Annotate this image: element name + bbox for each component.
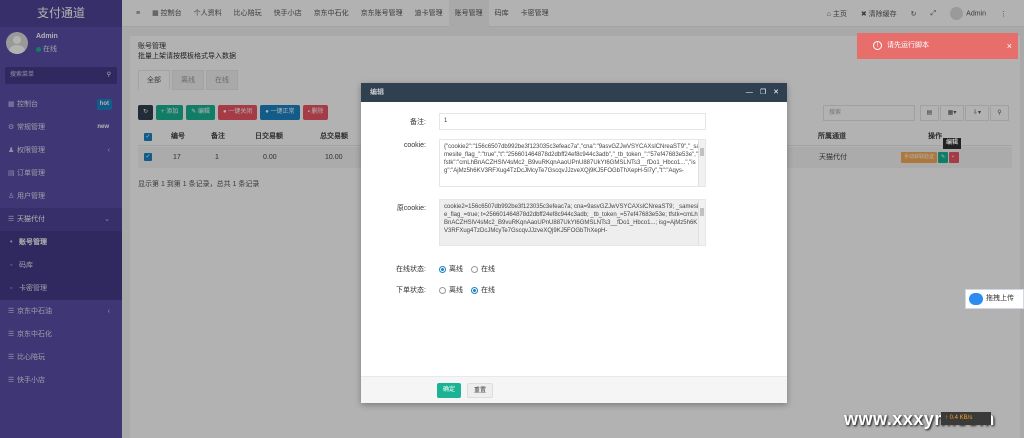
reset-button[interactable]: 重置 <box>467 383 494 398</box>
order-status-label: 下单状态: <box>396 287 426 294</box>
note-label: 备注: <box>410 119 426 126</box>
orig-cookie-label: 原cookie: <box>396 205 426 212</box>
close-icon[interactable]: ✕ <box>773 89 779 96</box>
toast-text: 请先运行脚本 <box>887 42 929 49</box>
cookie-label: cookie: <box>403 142 426 149</box>
radio-label: 在线 <box>481 266 495 273</box>
online-status-label: 在线状态: <box>396 266 426 273</box>
drag-upload-widget[interactable]: 拖拽上传 <box>965 289 1024 309</box>
cookie-text: {"cookie2":"156c6507db992be3f123035c3efe… <box>444 144 700 174</box>
orig-cookie-textarea[interactable]: cookie2=156c6507db992be3f123035c3efeac7a… <box>439 199 706 246</box>
orig-cookie-scrollbar[interactable] <box>698 200 705 245</box>
radio-label: 在线 <box>481 287 495 294</box>
confirm-button[interactable]: 确定 <box>437 383 462 398</box>
maximize-icon[interactable]: ❐ <box>760 89 766 96</box>
radio-label: 离线 <box>449 266 463 273</box>
radio-checked-icon <box>471 286 478 294</box>
orig-cookie-text: cookie2=156c6507db992be3f123035c3efeac7a… <box>444 204 700 234</box>
radio-icon <box>471 265 478 273</box>
online-status-online-radio[interactable]: 在线 <box>471 264 495 274</box>
modal-title: 编辑 <box>370 89 384 96</box>
order-status-offline-radio[interactable]: 离线 <box>439 285 463 295</box>
scroll-thumb[interactable] <box>700 148 704 156</box>
warning-icon: ! <box>873 41 882 50</box>
cloud-icon <box>969 293 983 305</box>
edit-tooltip: 编辑 <box>943 138 962 149</box>
modal-footer: 确定 重置 <box>361 376 787 403</box>
cookie-textarea[interactable]: {"cookie2":"156c6507db992be3f123035c3efe… <box>439 139 706 187</box>
note-input[interactable]: 1 <box>439 113 706 130</box>
network-speed-indicator: ↑ 0.4 KB/s <box>941 412 991 425</box>
scroll-thumb[interactable] <box>700 208 704 216</box>
order-status-online-radio[interactable]: 在线 <box>471 285 495 295</box>
minimize-icon[interactable]: — <box>746 89 753 96</box>
radio-checked-icon <box>439 265 446 273</box>
modal-controls: — ❐ ✕ <box>739 83 779 102</box>
online-status-offline-radio[interactable]: 离线 <box>439 264 463 274</box>
upload-label: 拖拽上传 <box>986 295 1014 302</box>
modal-header: 编辑 — ❐ ✕ <box>361 83 787 102</box>
error-toast: ! 请先运行脚本 × <box>857 33 1018 59</box>
radio-label: 离线 <box>449 287 463 294</box>
close-icon[interactable]: × <box>1007 33 1012 59</box>
radio-icon <box>439 286 446 294</box>
cookie-scrollbar[interactable] <box>698 140 705 186</box>
edit-modal: 编辑 — ❐ ✕ 备注: 1 cookie: {"cookie2":"156c650… <box>361 83 787 403</box>
